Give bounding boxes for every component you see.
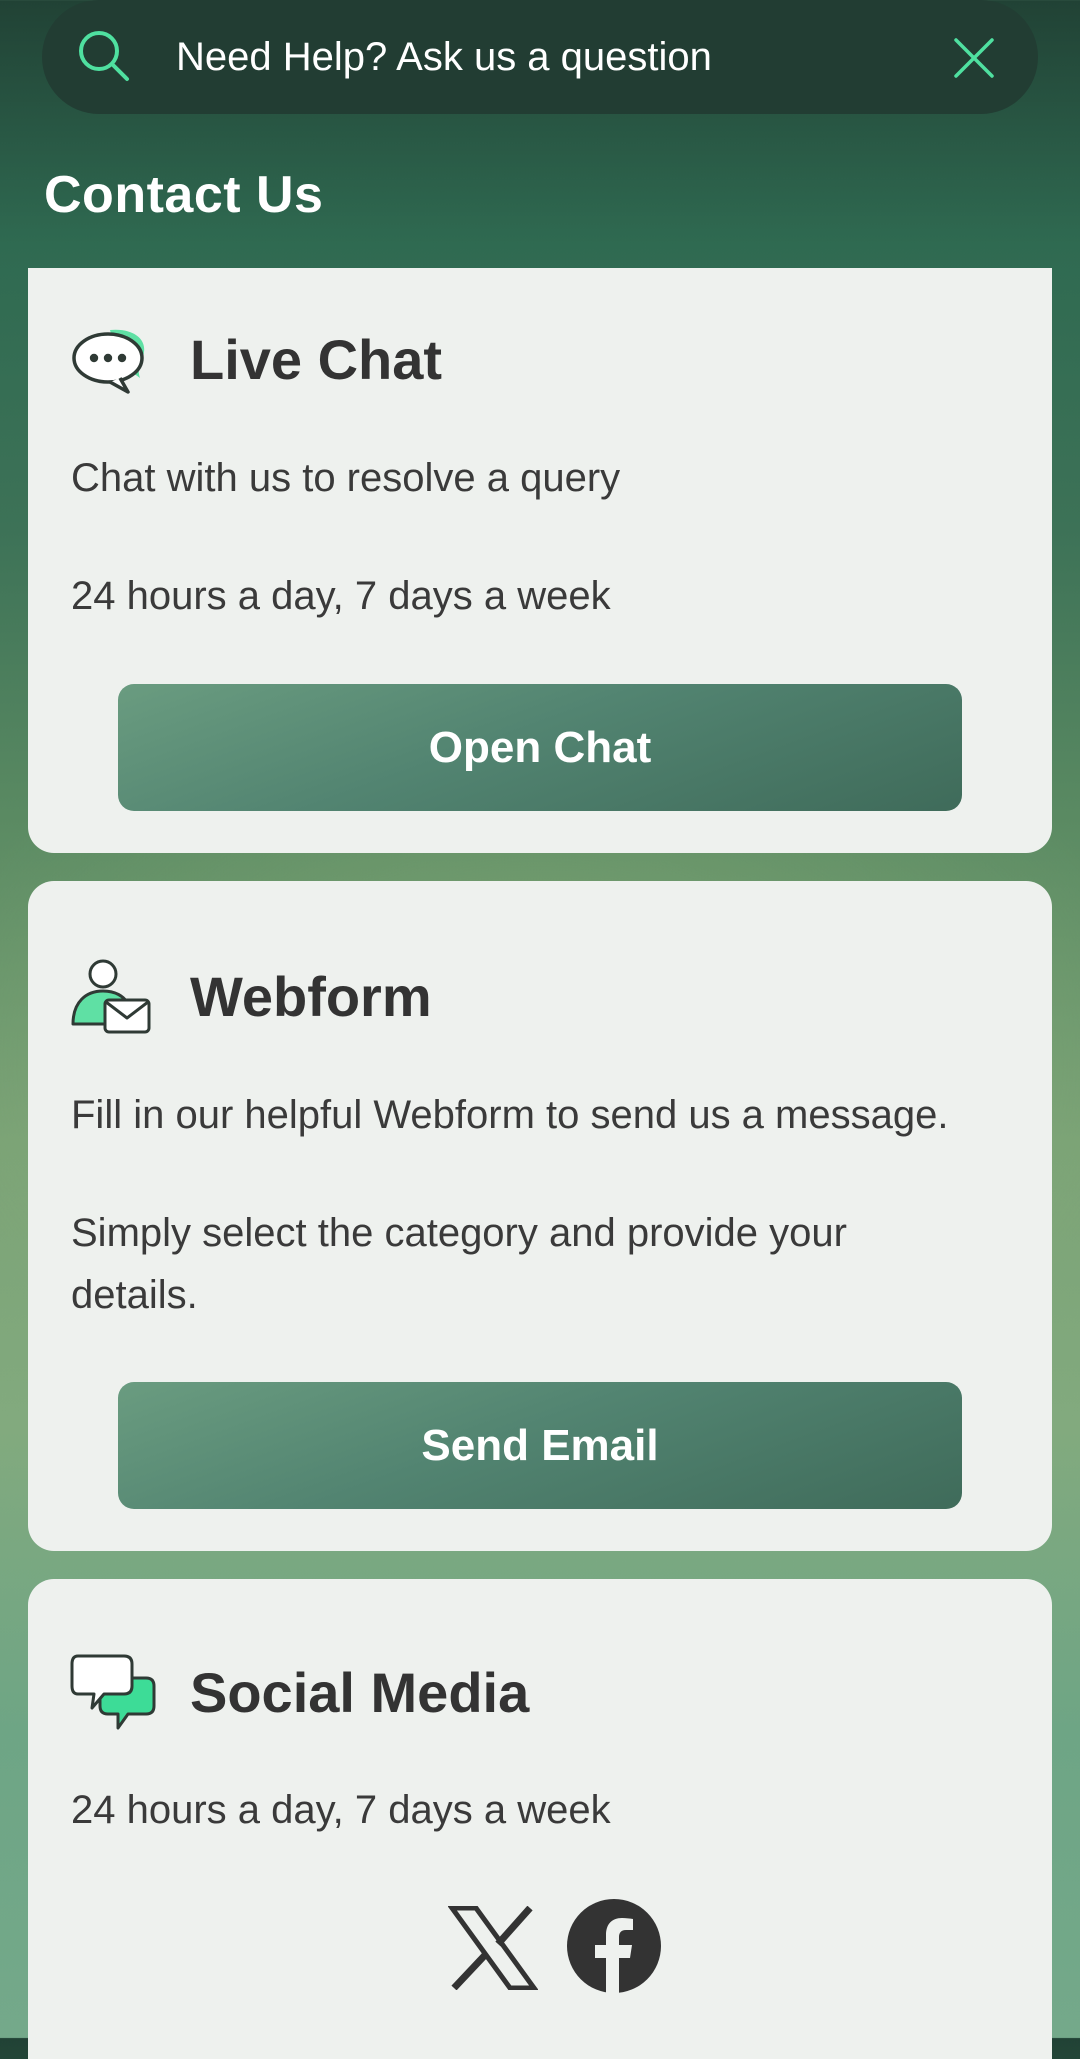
webform-instructions: Simply select the category and provide y… bbox=[71, 1211, 847, 1317]
facebook-icon[interactable] bbox=[566, 1898, 662, 1994]
webform-title: Webform bbox=[190, 965, 432, 1028]
user-mail-icon bbox=[71, 959, 151, 1034]
speech-bubbles-icon bbox=[70, 1654, 156, 1730]
social-media-card: Social Media 24 hours a day, 7 days a we… bbox=[28, 1579, 1052, 2059]
search-input[interactable]: Need Help? Ask us a question bbox=[176, 0, 712, 114]
chat-bubbles-icon bbox=[72, 329, 145, 394]
live-chat-card: Live Chat Chat with us to resolve a quer… bbox=[28, 268, 1052, 853]
social-media-hours: 24 hours a day, 7 days a week bbox=[71, 1788, 611, 1832]
send-email-button[interactable]: Send Email bbox=[118, 1382, 962, 1509]
social-links bbox=[418, 1898, 678, 1994]
live-chat-hours: 24 hours a day, 7 days a week bbox=[71, 574, 611, 618]
page-title: Contact Us bbox=[44, 166, 324, 224]
webform-description: Fill in our helpful Webform to send us a… bbox=[71, 1093, 949, 1137]
live-chat-title: Live Chat bbox=[190, 328, 443, 391]
close-icon[interactable] bbox=[952, 36, 996, 80]
social-media-title: Social Media bbox=[190, 1661, 530, 1724]
search-bar[interactable]: Need Help? Ask us a question bbox=[42, 0, 1038, 114]
webform-card: Webform Fill in our helpful Webform to s… bbox=[28, 881, 1052, 1551]
live-chat-description: Chat with us to resolve a query bbox=[71, 456, 621, 500]
search-icon bbox=[79, 31, 129, 81]
x-icon[interactable] bbox=[448, 1906, 538, 1990]
open-chat-button[interactable]: Open Chat bbox=[118, 684, 962, 811]
